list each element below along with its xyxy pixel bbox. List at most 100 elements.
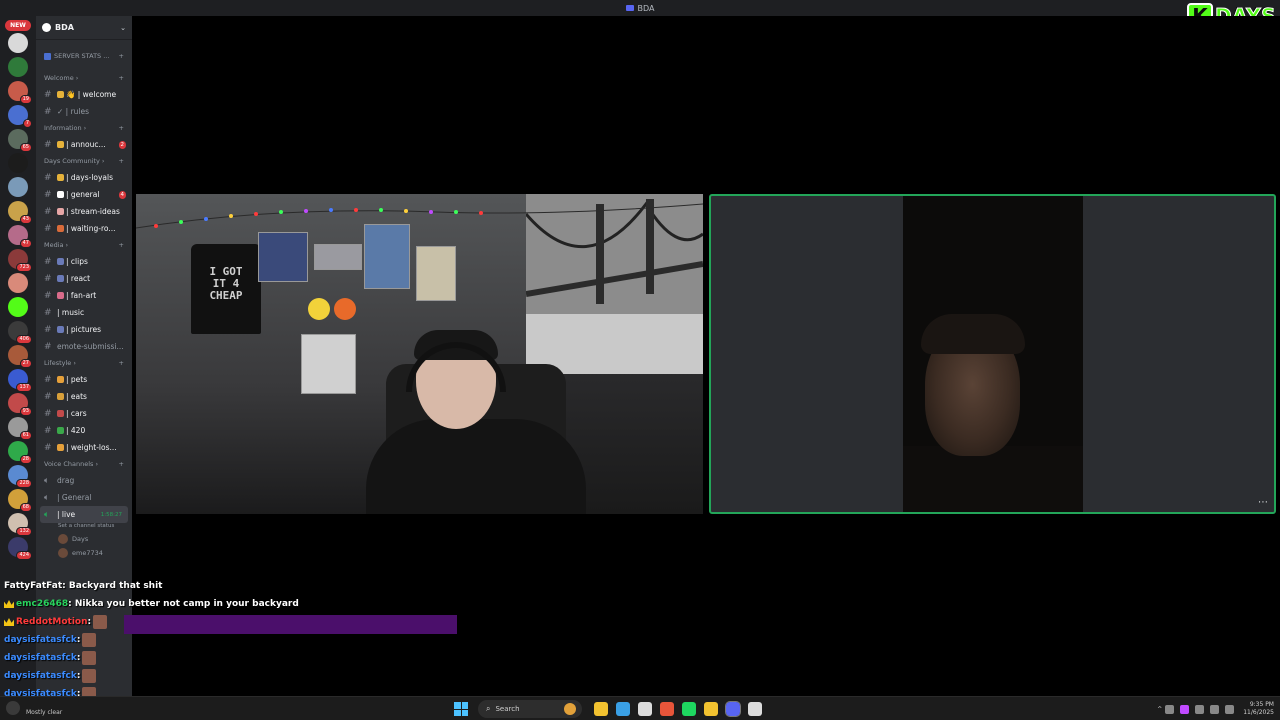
battery-icon[interactable] bbox=[1225, 704, 1235, 714]
server-icon[interactable]: 228 bbox=[8, 465, 32, 488]
server-icon[interactable]: 19 bbox=[8, 81, 32, 104]
channel-category[interactable]: Information › + bbox=[36, 120, 132, 136]
channel-item[interactable]: # | annouc... 2 bbox=[36, 136, 132, 153]
add-channel-icon[interactable]: + bbox=[119, 359, 124, 367]
stream-tile-days[interactable]: I GOT IT 4 CHEAP bbox=[136, 194, 703, 514]
server-icon[interactable]: 65 bbox=[8, 129, 32, 152]
weather-text: Mostly clear bbox=[26, 709, 63, 716]
spotify-icon[interactable] bbox=[682, 702, 696, 716]
add-channel-icon[interactable]: + bbox=[119, 157, 124, 165]
vscode-icon[interactable] bbox=[616, 702, 630, 716]
channel-emoji-icon bbox=[57, 292, 64, 299]
server-icon[interactable]: 406 bbox=[8, 321, 32, 344]
channel-category[interactable]: Lifestyle › + bbox=[36, 355, 132, 371]
channel-item[interactable]: # ✓ | rules bbox=[36, 103, 132, 120]
channel-item[interactable]: # | general 4 bbox=[36, 186, 132, 203]
chevron-up-icon[interactable]: ^ bbox=[1157, 706, 1162, 713]
streamer-body bbox=[366, 419, 586, 514]
channel-item[interactable]: # | weight-los... bbox=[36, 439, 132, 456]
unread-badge: 723 bbox=[16, 263, 32, 272]
voice-channel[interactable]: 🔈︎ drag bbox=[36, 472, 132, 489]
voice-user[interactable]: Days bbox=[36, 532, 132, 546]
channel-item[interactable]: # | stream-ideas bbox=[36, 203, 132, 220]
add-channel-icon[interactable]: + bbox=[119, 241, 124, 249]
wall-tshirt: I GOT IT 4 CHEAP bbox=[191, 244, 261, 334]
chat-username: daysisfatasfck bbox=[4, 671, 77, 681]
voice-channel-live[interactable]: 🔈︎ | live 1:58:27 bbox=[40, 506, 128, 523]
channel-item[interactable]: # | days-loyals bbox=[36, 169, 132, 186]
server-icon[interactable]: 27 bbox=[8, 345, 32, 368]
channel-label: | annouc... bbox=[66, 140, 106, 149]
clock[interactable]: 9:35 PM 11/6/2025 bbox=[1243, 701, 1274, 717]
windows-start-icon[interactable] bbox=[454, 702, 468, 716]
server-icon[interactable] bbox=[8, 273, 28, 293]
stream-tile-guest[interactable]: ⋯ bbox=[709, 194, 1276, 514]
server-icon[interactable]: 68 bbox=[8, 489, 32, 512]
channel-item[interactable]: # | cars bbox=[36, 405, 132, 422]
server-icon[interactable]: 61 bbox=[8, 417, 32, 440]
brave-icon[interactable] bbox=[660, 702, 674, 716]
kick-icon[interactable] bbox=[770, 702, 784, 716]
channel-item[interactable]: # | clips bbox=[36, 253, 132, 270]
server-icon[interactable]: 28 bbox=[8, 441, 32, 464]
add-channel-icon[interactable]: + bbox=[119, 124, 124, 132]
channel-emoji-icon bbox=[57, 225, 64, 232]
channel-item[interactable]: # | eats bbox=[36, 388, 132, 405]
server-icon[interactable] bbox=[8, 57, 28, 77]
voice-channel[interactable]: 🔈︎ | General bbox=[36, 489, 132, 506]
terminal-icon[interactable] bbox=[638, 702, 652, 716]
channel-item[interactable]: # | fan-art bbox=[36, 287, 132, 304]
mention-badge: 4 bbox=[118, 190, 126, 199]
server-icon[interactable]: 93 bbox=[8, 393, 32, 416]
channel-category[interactable]: Welcome › + bbox=[36, 70, 132, 86]
voice-user[interactable]: eme7734 bbox=[36, 546, 132, 560]
channel-item[interactable]: # emote-submissi... bbox=[36, 338, 132, 355]
hash-icon: # bbox=[44, 223, 52, 234]
add-channel-icon[interactable]: + bbox=[119, 74, 124, 82]
chrome-icon[interactable] bbox=[704, 702, 718, 716]
taskbar-search[interactable]: ⌕ Search bbox=[478, 700, 582, 718]
file-explorer-icon[interactable] bbox=[594, 702, 608, 716]
poster bbox=[301, 334, 356, 394]
voice-username: eme7734 bbox=[72, 549, 103, 557]
voice-category[interactable]: Voice Channels › + bbox=[36, 456, 132, 472]
server-header[interactable]: BDA ⌄ bbox=[36, 16, 132, 40]
channel-item[interactable]: # | music bbox=[36, 304, 132, 321]
discord-icon[interactable] bbox=[725, 701, 741, 717]
unread-badge: 68 bbox=[19, 503, 32, 512]
mic-icon[interactable] bbox=[1180, 704, 1190, 714]
server-icon[interactable] bbox=[8, 33, 28, 53]
server-icon[interactable]: 7 bbox=[8, 105, 32, 128]
server-icon[interactable] bbox=[8, 153, 28, 173]
server-icon[interactable]: 137 bbox=[8, 369, 32, 392]
pumpkin-ball bbox=[334, 298, 356, 320]
server-icon[interactable]: 723 bbox=[8, 249, 32, 272]
server-icon[interactable] bbox=[8, 297, 28, 317]
server-icon[interactable] bbox=[8, 177, 28, 197]
channel-category[interactable]: Media › + bbox=[36, 237, 132, 253]
volume-icon[interactable] bbox=[1210, 704, 1220, 714]
add-channel-icon[interactable]: + bbox=[119, 460, 124, 468]
channel-item[interactable]: # | 420 bbox=[36, 422, 132, 439]
add-icon[interactable]: + bbox=[119, 52, 124, 60]
obs-icon[interactable] bbox=[748, 702, 762, 716]
server-icon[interactable]: 47 bbox=[8, 225, 32, 248]
server-icon[interactable]: 132 bbox=[8, 513, 32, 536]
channel-category[interactable]: Days Community › + bbox=[36, 153, 132, 169]
more-options-icon[interactable]: ⋯ bbox=[1258, 497, 1268, 508]
new-badge[interactable]: NEW bbox=[5, 20, 31, 31]
server-stats-category[interactable]: SERVER STATS ... + bbox=[36, 40, 132, 70]
channel-item[interactable]: # | waiting-ro... bbox=[36, 220, 132, 237]
channel-item[interactable]: # | pictures bbox=[36, 321, 132, 338]
channel-item[interactable]: # | pets bbox=[36, 371, 132, 388]
channel-item[interactable]: # 👋 | welcome bbox=[36, 86, 132, 103]
server-icon[interactable]: 43 bbox=[8, 201, 32, 224]
cloud-icon[interactable] bbox=[1165, 704, 1175, 714]
weather-icon bbox=[6, 700, 20, 715]
server-icon[interactable]: 424 bbox=[8, 537, 32, 560]
channel-status-prompt[interactable]: Set a channel status bbox=[36, 523, 132, 532]
channel-item[interactable]: # | react bbox=[36, 270, 132, 287]
network-icon[interactable] bbox=[1195, 704, 1205, 714]
weather-widget[interactable]: Mostly clear bbox=[6, 699, 62, 716]
unread-badge: 19 bbox=[19, 95, 32, 104]
